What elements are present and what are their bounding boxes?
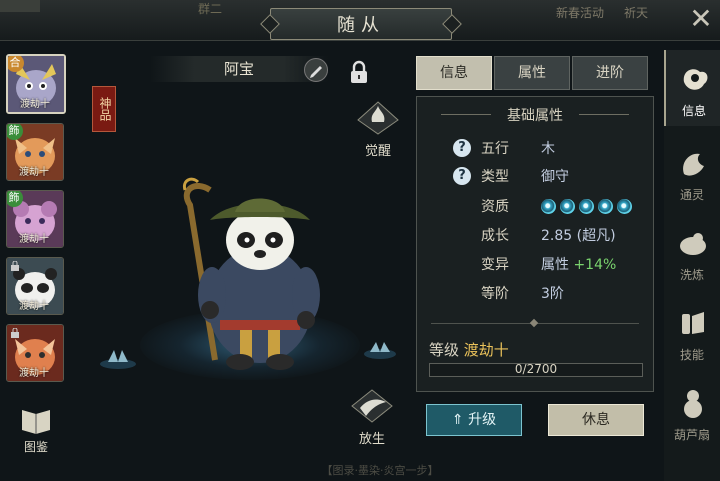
awaken-icon (357, 101, 399, 135)
panda-model (100, 177, 396, 370)
basic-attributes-panel: 基础属性 ? 五行 木 ? 类型 御守 资质 成长 2.85 (超凡) 变异 属… (416, 96, 654, 392)
release-label: 放生 (358, 432, 385, 447)
roster-slot-2[interactable]: 飾 渡劫十 (6, 123, 64, 181)
aptitude-label: 资质 (481, 199, 509, 215)
growth-label: 成长 (481, 228, 509, 244)
xp-text: 0/2700 (514, 362, 558, 376)
type-label: 类型 (481, 169, 509, 185)
top-left-ornament (0, 0, 40, 12)
roster-level: 渡劫十 (19, 301, 49, 312)
close-button[interactable]: ✕ (684, 2, 718, 36)
codex-label: 图鉴 (23, 440, 48, 454)
level-value: 渡劫十 (463, 341, 509, 359)
swirl-icon (579, 199, 594, 214)
event-label: 新春活动 (556, 6, 605, 20)
roster-badge: 合 (8, 56, 24, 72)
release-button[interactable]: 放生 (348, 388, 396, 447)
aptitude-row: 资质 (417, 195, 653, 219)
nav-refine[interactable]: 洗炼 (664, 214, 720, 290)
top-tab-left: 群二 (198, 2, 223, 16)
roster-slot-3[interactable]: 飾 渡劫十 (6, 190, 64, 248)
edit-name-button[interactable] (304, 58, 328, 82)
page-title: 随从 (270, 8, 452, 40)
lock-icon (11, 261, 19, 271)
element-value: 木 (541, 141, 555, 157)
gourd-icon (684, 390, 702, 418)
roster-slot-5[interactable]: 渡劫十 (6, 324, 64, 382)
roster-slot-4[interactable]: 渡劫十 (6, 257, 64, 315)
spirit-icon (683, 153, 704, 176)
pencil-icon (310, 66, 322, 78)
help-icon[interactable]: ? (453, 139, 471, 157)
pray-label: 祈天 (624, 6, 649, 20)
nav-label: 洗炼 (679, 268, 704, 282)
right-side-nav: 信息 通灵 洗炼 技能 葫芦扇 (664, 50, 720, 481)
codex-button[interactable]: 图鉴 (14, 404, 58, 455)
roster-level: 渡劫十 (19, 368, 49, 379)
release-icon (351, 389, 393, 423)
xp-bar: 0/2700 (429, 362, 643, 377)
companion-stage (80, 150, 410, 390)
help-icon[interactable]: ? (453, 167, 471, 185)
info-icon (683, 69, 708, 90)
upgrade-button[interactable]: ⇑ 升级 (426, 404, 522, 436)
nav-label: 信息 (681, 104, 706, 118)
mutation-value-group: 属性 +14% (541, 253, 616, 277)
book-icon (22, 410, 50, 434)
swirl-icon (560, 199, 575, 214)
tab-attributes[interactable]: 属性 (494, 56, 570, 90)
divider-ornament (529, 318, 539, 328)
lock-icon (11, 328, 19, 338)
footer-text: 【图录·墨染·炎宫一步】 (321, 464, 439, 477)
rank-label: 等阶 (481, 286, 509, 302)
top-bar: 群二 随从 新春活动 祈天 ✕ (0, 0, 720, 41)
lock-toggle-icon[interactable] (348, 60, 370, 84)
close-icon: ✕ (689, 2, 713, 35)
growth-row: 成长 2.85 (超凡) (417, 224, 653, 248)
element-row: ? 五行 木 (417, 137, 653, 161)
level-row: 等级 渡劫十 (429, 339, 509, 360)
nav-info[interactable]: 信息 (664, 50, 720, 126)
element-label: 五行 (481, 141, 509, 157)
nav-spirit[interactable]: 通灵 (664, 134, 720, 210)
level-label: 等级 (429, 341, 460, 359)
swirl-icon (541, 199, 556, 214)
type-value: 御守 (541, 169, 569, 185)
nav-gourd[interactable]: 葫芦扇 (664, 374, 720, 450)
roster-slot-1[interactable]: 合 渡劫十 (6, 54, 66, 114)
companion-roster: 合 渡劫十 飾 渡劫十 飾 渡劫十 渡劫十 渡劫十 (4, 54, 66, 391)
rest-button[interactable]: 休息 (548, 404, 644, 436)
growth-value: 2.85 (超凡) (541, 228, 616, 244)
aptitude-rating (541, 198, 636, 222)
nav-label: 葫芦扇 (673, 428, 710, 442)
nav-skill[interactable]: 技能 (664, 294, 720, 370)
mutation-value: 属性 (541, 257, 569, 273)
quality-badge: 神品 (92, 86, 116, 132)
roster-level: 渡劫十 (19, 234, 49, 245)
swirl-icon (617, 199, 632, 214)
upgrade-label: 升级 (468, 412, 497, 428)
skill-icon (682, 312, 704, 334)
panel-title: 基础属性 (417, 105, 653, 125)
swirl-icon (598, 199, 613, 214)
rank-value: 3阶 (541, 286, 564, 302)
companion-name: 阿宝 (150, 56, 328, 82)
mutation-row: 变异 属性 +14% (417, 253, 653, 277)
mutation-bonus: +14% (573, 257, 617, 273)
nav-label: 通灵 (679, 188, 704, 202)
roster-level: 渡劫十 (20, 99, 50, 110)
nav-label: 技能 (679, 348, 704, 362)
type-row: ? 类型 御守 (417, 165, 653, 189)
mutation-label: 变异 (481, 257, 509, 273)
refine-icon (680, 233, 706, 255)
rank-row: 等阶 3阶 (417, 282, 653, 306)
roster-level: 渡劫十 (19, 167, 49, 178)
tab-info[interactable]: 信息 (416, 56, 492, 90)
up-arrow-icon: ⇑ (451, 412, 464, 428)
tab-advance[interactable]: 进阶 (572, 56, 648, 90)
